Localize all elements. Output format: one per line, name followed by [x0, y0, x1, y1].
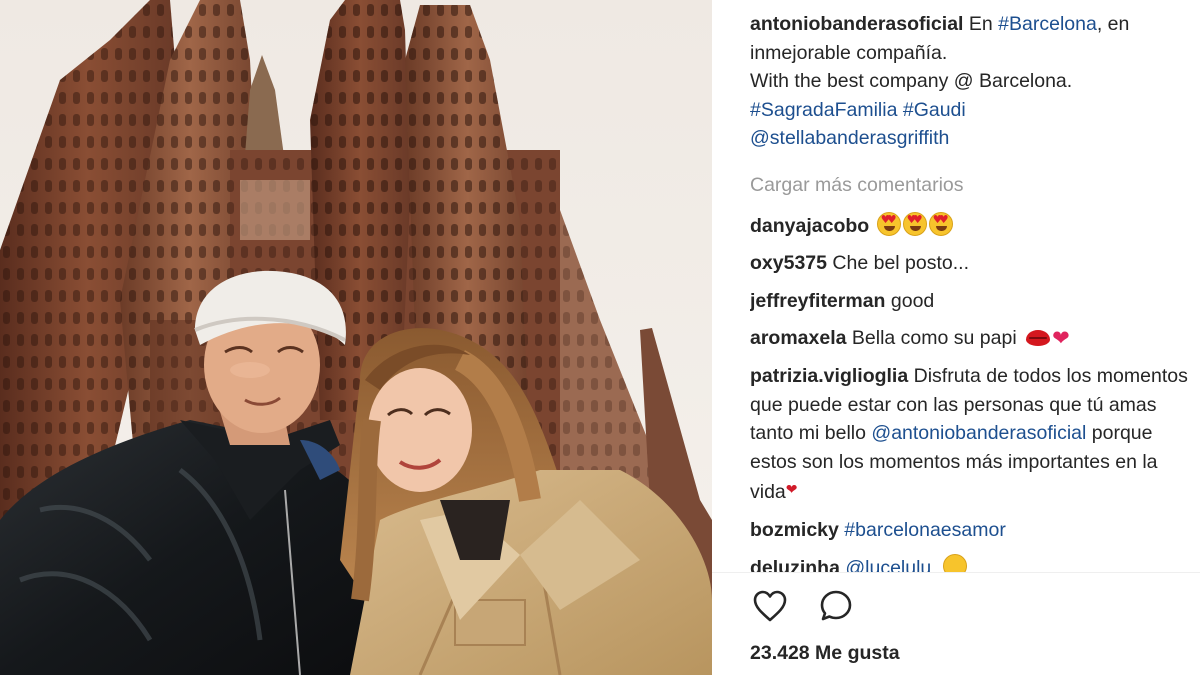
comment-username[interactable]: jeffreyfiterman [750, 290, 885, 312]
heart-emoji-icon: ❤ [1052, 326, 1070, 351]
comment-item: bozmicky #barcelonaesamor [750, 516, 1190, 545]
mention-stella[interactable]: @stellabanderasgriffith [750, 127, 949, 149]
comment-username[interactable]: deluzinha [750, 557, 840, 573]
lips-emoji-icon [1026, 330, 1051, 347]
comment-text: Bella como su papi [851, 327, 1017, 350]
comment-username[interactable]: patrizia.viglioglia [750, 365, 908, 387]
comment-username[interactable]: bozmicky [750, 519, 839, 541]
comment-text: good [890, 289, 935, 312]
post-photo[interactable] [0, 0, 712, 675]
comment-username[interactable]: aromaxela [750, 327, 846, 349]
hashtag-gaudi[interactable]: #Gaudi [903, 99, 966, 121]
comment-bubble-icon [820, 590, 852, 621]
like-button[interactable] [750, 586, 790, 626]
comment-username[interactable]: danyajacobo [750, 215, 869, 237]
comment-item: deluzinha @lucelulu [750, 553, 1190, 573]
hashtag-barcelona[interactable]: #Barcelona [998, 13, 1097, 35]
comment-item: aromaxela Bella como su papi ❤ [750, 324, 1190, 353]
heart-outline-icon [753, 590, 787, 622]
smile-emoji-icon [942, 553, 967, 572]
load-more-comments-link[interactable]: Cargar más comentarios [750, 171, 1190, 200]
photo-illustration [0, 0, 712, 675]
likes-count[interactable]: 23.428 Me gusta [750, 642, 900, 665]
caption-username[interactable]: antoniobanderasoficial [750, 13, 963, 35]
comment-item: jeffreyfiterman good [750, 287, 1190, 316]
comment-item: danyajacobo [750, 211, 1190, 241]
comment-list: antoniobanderasoficial En #Barcelona, en… [750, 10, 1190, 572]
comment-text: Che bel posto... [832, 252, 969, 275]
mention-lucelulu[interactable]: @lucelulu [845, 557, 931, 573]
mention-antoniobanderasoficial[interactable]: @antoniobanderasoficial [871, 422, 1086, 444]
heart-emoji-icon: ❤ [785, 482, 798, 499]
hashtag-barcelonaesamor[interactable]: #barcelonaesamor [844, 519, 1006, 541]
caption-text: With the best company @ Barcelona. [750, 70, 1073, 93]
post-caption: antoniobanderasoficial En #Barcelona, en… [750, 10, 1190, 153]
comment-item: oxy5375 Che bel posto... [750, 249, 1190, 278]
comments-panel: antoniobanderasoficial En #Barcelona, en… [712, 0, 1200, 675]
comment-username[interactable]: oxy5375 [750, 252, 827, 274]
comment-button[interactable] [816, 586, 856, 626]
caption-text: En [968, 13, 993, 35]
comment-item: patrizia.viglioglia Disfruta de todos lo… [750, 362, 1190, 507]
post-actions [750, 586, 856, 626]
heart-eyes-emoji-icon [928, 211, 953, 236]
hashtag-sagradafamilia[interactable]: #SagradaFamilia [750, 99, 897, 121]
heart-eyes-emoji-icon [902, 211, 927, 236]
divider [712, 572, 1200, 573]
heart-eyes-emoji-icon [876, 211, 901, 236]
